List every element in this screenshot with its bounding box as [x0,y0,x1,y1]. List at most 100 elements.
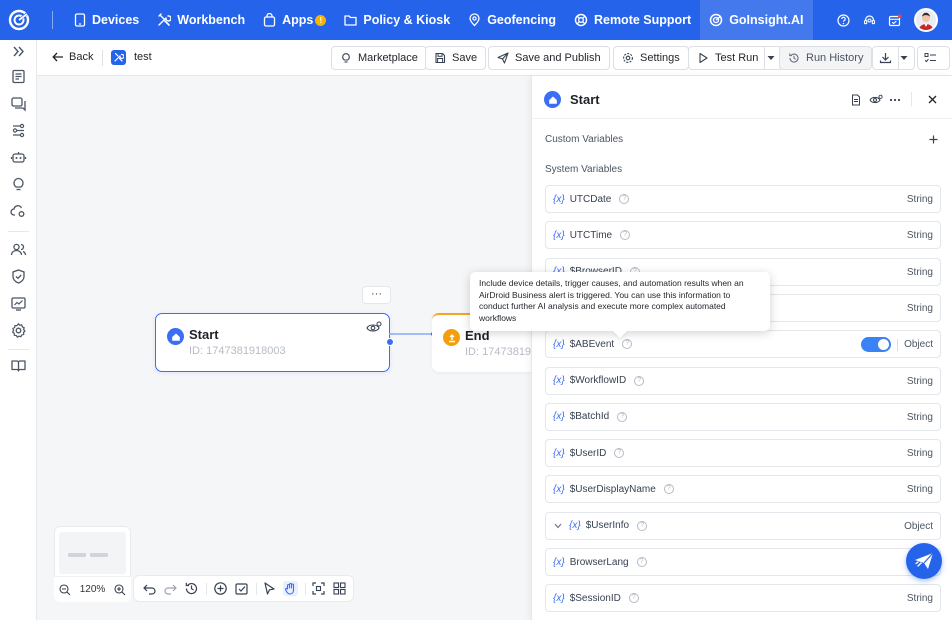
variable-name: $UserID [569,447,607,459]
eye-settings-icon[interactable] [366,321,382,335]
note-icon[interactable] [234,581,249,596]
run-history-button[interactable]: Run History [779,46,873,70]
marketplace-button[interactable]: Marketplace [331,46,427,70]
folder-icon [344,15,358,26]
more-options-icon[interactable] [889,98,901,102]
workflow-name[interactable]: test [134,51,152,63]
chevron-down-icon[interactable] [554,523,562,529]
variable-row[interactable]: {x} $UserDisplayName? String [545,475,941,504]
variable-row[interactable]: {x} $UserInfo? Object [545,511,941,540]
nav-item-remote-support[interactable]: Remote Support [565,0,700,40]
assistant-button[interactable] [906,543,942,579]
nav-item-geofencing[interactable]: Geofencing [459,0,565,40]
app-logo[interactable] [0,0,38,40]
variable-tag: {x} [553,338,565,350]
help-icon[interactable]: ? [636,557,647,567]
tools-divider [206,583,207,595]
variable-type: String [906,375,933,387]
help-icon[interactable]: ? [634,375,645,386]
variable-type: String [906,266,933,278]
save-and-publish-button[interactable]: Save and Publish [488,46,610,70]
start-node-title: Start [189,327,219,342]
help-icon[interactable]: ? [619,194,630,204]
variable-row[interactable]: {x}BrowserLang?String [545,548,941,576]
hand-pan-icon[interactable] [283,581,298,596]
nav-item-policy-kiosk[interactable]: Policy & Kiosk [335,0,459,40]
help-icon[interactable]: ? [663,484,674,495]
node-more-button[interactable]: ··· [362,286,391,304]
export-button[interactable] [872,46,915,70]
gear-icon[interactable] [10,322,27,339]
lightbulb-icon[interactable] [10,176,27,193]
nav-item-goinsight-ai[interactable]: GoInsight.AI [700,0,813,40]
zoom-out-icon[interactable] [59,583,71,596]
variable-tag: {x} [553,229,565,241]
help-icon[interactable] [830,0,856,40]
redo-icon[interactable] [163,581,178,596]
save-button[interactable]: Save [425,46,487,70]
robot-icon[interactable] [10,149,27,166]
auto-layout-icon[interactable] [332,581,347,596]
variable-row[interactable]: {x} $SessionID? String [545,584,941,613]
nav-right-actions [830,0,952,40]
settings-button[interactable]: Settings [613,46,689,70]
undo-icon[interactable] [142,581,157,596]
variable-row[interactable]: {x} $UserID? String [545,439,941,468]
start-node[interactable]: Start ID: 1747381918003 [155,313,394,372]
document-icon[interactable] [850,94,862,106]
help-icon[interactable]: ? [620,230,631,241]
document-icon[interactable] [10,68,27,85]
history-icon[interactable] [184,581,199,596]
checklist-button[interactable] [917,46,950,70]
shield-icon[interactable] [10,268,27,285]
zoom-controls: 120% [54,576,131,602]
zoom-in-icon[interactable] [114,583,126,596]
help-icon[interactable]: ? [617,411,628,422]
nav-item-workbench[interactable]: Workbench [148,0,254,40]
variable-row[interactable]: {x} $ABEvent? Object [545,330,941,359]
workflow-icon[interactable] [10,122,27,139]
gear-icon [623,53,633,63]
zoom-level[interactable]: 120% [80,584,106,595]
chat-icon[interactable] [10,95,27,112]
marketplace-label: Marketplace [358,52,418,64]
close-icon[interactable] [928,95,937,104]
cloud-settings-icon[interactable] [10,203,27,220]
minimap-node [90,553,108,557]
pointer-icon[interactable] [262,581,277,596]
users-icon[interactable] [10,241,27,258]
variable-row[interactable]: {x} $WorkflowID? String [545,366,941,395]
tools-icon [158,13,172,26]
export-dropdown[interactable] [898,47,914,69]
nav-label: Geofencing [487,13,556,27]
nav-item-devices[interactable]: Devices [65,0,148,40]
user-avatar[interactable] [914,8,938,32]
nav-label: Apps [282,13,314,27]
start-node-output-handle[interactable] [386,338,394,346]
paper-plane-icon [915,552,934,569]
variable-row[interactable]: {x} UTCDate? String [545,185,941,213]
nav-divider [52,11,53,29]
help-icon[interactable]: ? [637,520,648,531]
help-icon[interactable]: ? [614,448,625,459]
calendar-notification-icon[interactable] [882,0,908,40]
nav-label: Devices [92,13,140,27]
eye-settings-icon[interactable] [869,94,883,106]
variable-row[interactable]: {x} UTCTime? String [545,221,941,250]
variable-toggle[interactable] [861,337,891,353]
support-agent-icon[interactable] [856,0,882,40]
variable-row[interactable]: {x} $BatchId? String [545,402,941,431]
back-button[interactable]: Back [52,51,93,63]
add-node-icon[interactable] [213,581,228,596]
help-icon[interactable]: ? [628,593,639,604]
analytics-icon[interactable] [10,295,27,312]
nav-label: Remote Support [593,13,692,27]
add-variable-icon[interactable] [929,135,938,144]
help-icon[interactable]: ? [622,339,633,350]
expand-sidebar-icon[interactable] [10,43,27,60]
nav-item-apps[interactable]: Apps ! [254,0,335,40]
fit-view-icon[interactable] [311,581,326,596]
test-run-button[interactable]: Test Run [688,46,784,70]
book-icon[interactable] [10,357,27,374]
left-sidebar [0,40,37,620]
